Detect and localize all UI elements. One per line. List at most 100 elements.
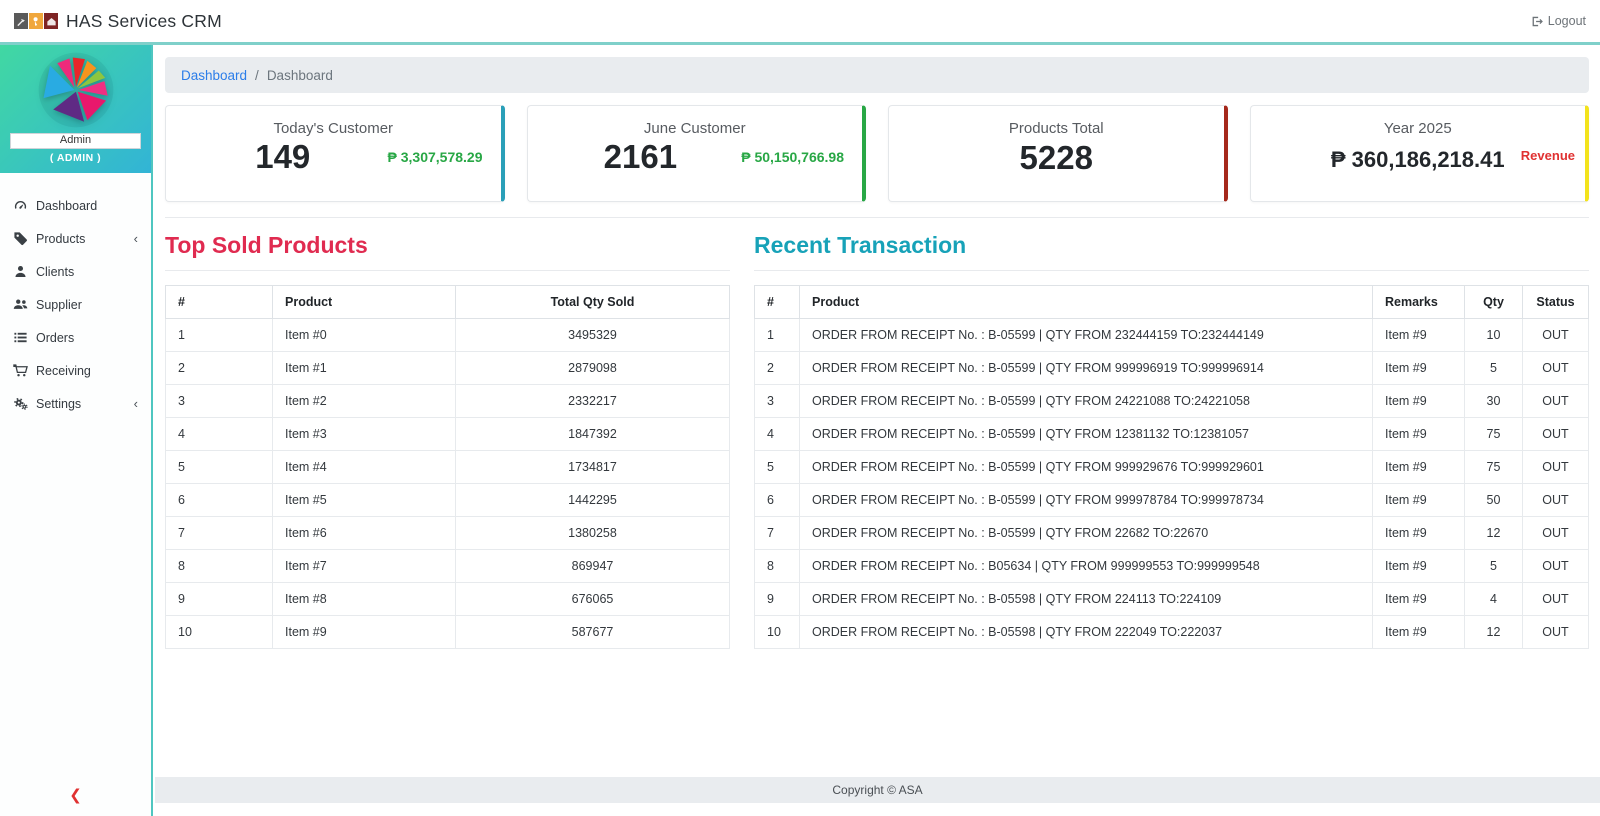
table-cell: OUT <box>1523 550 1589 583</box>
column-header: Status <box>1523 286 1589 319</box>
table-cell: 3 <box>755 385 800 418</box>
card-amount: ₱ 50,150,766.98 <box>741 149 850 165</box>
column-header: Product <box>273 286 456 319</box>
breadcrumb-separator: / <box>255 68 259 83</box>
gears-icon <box>13 396 28 411</box>
table-cell: ORDER FROM RECEIPT No. : B-05599 | QTY F… <box>800 418 1373 451</box>
table-cell: 75 <box>1465 451 1523 484</box>
table-row: 6ORDER FROM RECEIPT No. : B-05599 | QTY … <box>755 484 1589 517</box>
sidebar-item-label: Clients <box>36 265 74 279</box>
table-cell: OUT <box>1523 484 1589 517</box>
sidebar-item-label: Settings <box>36 397 81 411</box>
table-cell: Item #9 <box>1373 418 1465 451</box>
table-cell: Item #8 <box>273 583 456 616</box>
hammer-icon <box>14 13 28 29</box>
recent-transaction-panel: Recent Transaction #ProductRemarksQtySta… <box>754 228 1589 649</box>
table-cell: OUT <box>1523 451 1589 484</box>
table-row: 1ORDER FROM RECEIPT No. : B-05599 | QTY … <box>755 319 1589 352</box>
card-value: 2161 <box>540 139 742 175</box>
sidebar-item-label: Receiving <box>36 364 91 378</box>
table-cell: Item #1 <box>273 352 456 385</box>
table-row: 9Item #8676065 <box>166 583 730 616</box>
stat-cards-row: Today's Customer 149 ₱ 3,307,578.29 June… <box>165 105 1589 202</box>
revenue-label: Revenue <box>1521 148 1575 163</box>
table-cell: 587677 <box>456 616 730 649</box>
table-cell: Item #9 <box>1373 583 1465 616</box>
table-cell: 6 <box>755 484 800 517</box>
copyright-text: Copyright © ASA <box>832 783 922 797</box>
sidebar-item-label: Dashboard <box>36 199 97 213</box>
user-icon <box>13 264 28 279</box>
table-cell: 10 <box>166 616 273 649</box>
table-row: 7ORDER FROM RECEIPT No. : B-05599 | QTY … <box>755 517 1589 550</box>
table-cell: ORDER FROM RECEIPT No. : B-05599 | QTY F… <box>800 352 1373 385</box>
table-cell: 6 <box>166 484 273 517</box>
footer: Copyright © ASA <box>155 777 1600 803</box>
card-title: Year 2025 <box>1263 120 1574 137</box>
app-title: HAS Services CRM <box>66 11 222 32</box>
breadcrumb: Dashboard / Dashboard <box>165 57 1589 93</box>
card-value: 5228 <box>901 139 1212 177</box>
sidebar-item-receiving[interactable]: Receiving <box>0 354 151 387</box>
table-cell: 8 <box>755 550 800 583</box>
table-row: 10ORDER FROM RECEIPT No. : B-05598 | QTY… <box>755 616 1589 649</box>
sidebar-collapse-button[interactable]: ❮ <box>0 786 151 804</box>
table-cell: Item #9 <box>1373 352 1465 385</box>
column-header: Remarks <box>1373 286 1465 319</box>
card-amount: ₱ 3,307,578.29 <box>388 149 489 165</box>
sidebar-item-dashboard[interactable]: Dashboard <box>0 189 151 222</box>
card-value: 149 <box>178 139 388 175</box>
card-june-customer: June Customer 2161 ₱ 50,150,766.98 <box>527 105 867 202</box>
divider <box>754 270 1589 271</box>
table-cell: 8 <box>166 550 273 583</box>
sidebar-item-clients[interactable]: Clients <box>0 255 151 288</box>
card-title: Products Total <box>901 120 1212 137</box>
dashboard-icon <box>13 198 28 213</box>
table-cell: 30 <box>1465 385 1523 418</box>
cart-icon <box>13 363 28 378</box>
table-cell: 2 <box>166 352 273 385</box>
table-cell: OUT <box>1523 352 1589 385</box>
table-cell: Item #2 <box>273 385 456 418</box>
table-cell: 9 <box>755 583 800 616</box>
card-products-total: Products Total 5228 <box>888 105 1228 202</box>
table-cell: 1847392 <box>456 418 730 451</box>
divider <box>165 270 730 271</box>
top-navbar: HAS Services CRM Logout <box>0 0 1600 45</box>
table-cell: Item #9 <box>1373 319 1465 352</box>
table-row: 3ORDER FROM RECEIPT No. : B-05599 | QTY … <box>755 385 1589 418</box>
app-logo <box>14 13 58 29</box>
table-cell: 5 <box>1465 352 1523 385</box>
table-cell: 5 <box>166 451 273 484</box>
user-name-field[interactable]: Admin <box>10 133 141 149</box>
table-row: 5ORDER FROM RECEIPT No. : B-05599 | QTY … <box>755 451 1589 484</box>
table-row: 3Item #22332217 <box>166 385 730 418</box>
house-icon <box>44 13 58 29</box>
table-cell: 2 <box>755 352 800 385</box>
table-cell: ORDER FROM RECEIPT No. : B-05599 | QTY F… <box>800 484 1373 517</box>
table-cell: Item #9 <box>1373 484 1465 517</box>
table-row: 2ORDER FROM RECEIPT No. : B-05599 | QTY … <box>755 352 1589 385</box>
sidebar-item-settings[interactable]: Settings‹ <box>0 387 151 420</box>
users-icon <box>13 297 28 312</box>
tool-icon <box>29 13 43 29</box>
tag-icon <box>13 231 28 246</box>
table-row: 4Item #31847392 <box>166 418 730 451</box>
sidebar-item-orders[interactable]: Orders <box>0 321 151 354</box>
user-role-label: ( ADMIN ) <box>50 152 101 164</box>
breadcrumb-link-dashboard[interactable]: Dashboard <box>181 68 247 83</box>
table-cell: 4 <box>755 418 800 451</box>
table-cell: 5 <box>1465 550 1523 583</box>
column-header: Total Qty Sold <box>456 286 730 319</box>
table-row: 2Item #12879098 <box>166 352 730 385</box>
logout-button[interactable]: Logout <box>1530 14 1586 28</box>
table-cell: ORDER FROM RECEIPT No. : B-05599 | QTY F… <box>800 319 1373 352</box>
table-cell: 676065 <box>456 583 730 616</box>
sidebar-item-supplier[interactable]: Supplier <box>0 288 151 321</box>
sidebar-item-products[interactable]: Products‹ <box>0 222 151 255</box>
table-cell: Item #9 <box>1373 517 1465 550</box>
table-row: 5Item #41734817 <box>166 451 730 484</box>
table-cell: 7 <box>166 517 273 550</box>
table-cell: 2332217 <box>456 385 730 418</box>
column-header: # <box>755 286 800 319</box>
